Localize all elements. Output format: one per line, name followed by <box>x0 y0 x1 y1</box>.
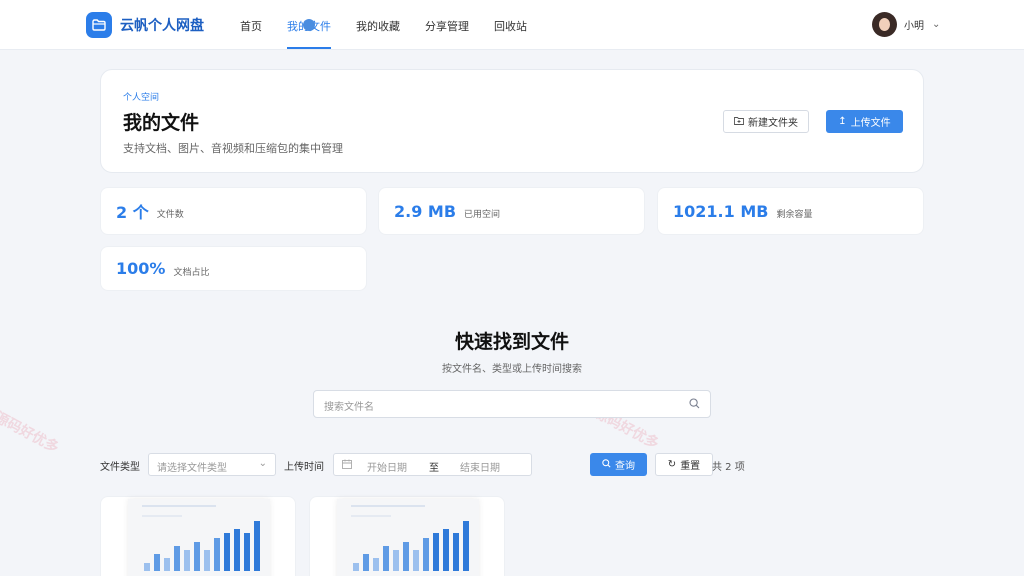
thumbnail-bar <box>224 533 230 571</box>
user-name[interactable]: 小明 <box>904 17 924 32</box>
file-type-placeholder: 请选择文件类型 <box>157 463 227 474</box>
calendar-icon <box>342 459 352 472</box>
stat-card-used-space: 2.9 MB 已用空间 <box>378 187 645 235</box>
stat-card-document-ratio: 100% 文档占比 <box>100 246 367 291</box>
thumbnail-bar <box>413 550 419 571</box>
refresh-icon: ↻ <box>667 459 677 470</box>
reset-button[interactable]: ↻ 重置 <box>655 453 713 476</box>
chevron-down-icon[interactable]: ⌄ <box>932 19 940 30</box>
nav-item-share-management[interactable]: 分享管理 <box>425 18 469 34</box>
start-date-input[interactable]: 开始日期 <box>367 459 407 474</box>
upload-time-label: 上传时间 <box>284 462 324 473</box>
file-type-select[interactable]: 请选择文件类型 ⌄ <box>148 453 276 476</box>
stat-label: 文档占比 <box>173 267 210 278</box>
file-type-label: 文件类型 <box>100 462 140 473</box>
page-title: 我的文件 <box>123 112 200 134</box>
chevron-down-icon: ⌄ <box>258 458 267 469</box>
thumbnail-bar <box>154 554 160 571</box>
section-tag: 个人空间 <box>123 93 160 103</box>
thumbnail-bar <box>353 563 359 571</box>
search-icon <box>602 458 611 471</box>
file-thumbnail <box>337 499 479 576</box>
search-section-title: 快速找到文件 <box>454 331 569 353</box>
thumbnail-bar <box>463 521 469 571</box>
new-folder-label: 新建文件夹 <box>748 118 798 129</box>
main-nav: 首页 我的文件 我的收藏 分享管理 回收站 <box>240 18 552 49</box>
query-label: 查询 <box>615 461 635 472</box>
stat-label: 文件数 <box>156 210 184 220</box>
result-count: 共 2 项 <box>712 462 745 473</box>
stat-value: 2.9 MB <box>394 201 457 221</box>
stat-label: 已用空间 <box>464 210 501 220</box>
thumbnail-bar <box>174 546 180 571</box>
stat-value: 100% <box>116 259 166 278</box>
search-icon[interactable] <box>689 398 700 412</box>
stat-card-remaining-capacity: 1021.1 MB 剩余容量 <box>657 187 924 235</box>
thumbnail-bar-chart <box>353 499 473 571</box>
thumbnail-bar <box>194 542 200 571</box>
upload-label: 上传文件 <box>850 118 891 129</box>
thumbnail-bar <box>234 529 240 571</box>
cursor-indicator <box>303 19 315 31</box>
thumbnail-bar <box>244 533 250 571</box>
stat-label: 剩余容量 <box>776 210 813 220</box>
thumbnail-bar-chart <box>144 499 264 571</box>
stat-value: 2 个 <box>116 203 149 222</box>
nav-item-recycle-bin[interactable]: 回收站 <box>494 18 527 34</box>
folder-plus-icon <box>734 116 744 128</box>
brand-name[interactable]: 云帆个人网盘 <box>120 15 204 35</box>
thumbnail-bar <box>453 533 459 571</box>
thumbnail-bar <box>144 563 150 571</box>
avatar[interactable] <box>872 12 897 37</box>
query-button[interactable]: 查询 <box>590 453 647 476</box>
file-thumbnail <box>128 499 270 576</box>
thumbnail-bar <box>383 546 389 571</box>
nav-item-home[interactable]: 首页 <box>240 18 262 34</box>
thumbnail-bar <box>184 550 190 571</box>
page-description: 支持文档、图片、音视频和压缩包的集中管理 <box>123 142 343 155</box>
nav-item-favorites[interactable]: 我的收藏 <box>356 18 400 34</box>
new-folder-button[interactable]: 新建文件夹 <box>723 110 809 133</box>
thumbnail-bar <box>214 538 220 571</box>
upload-icon: ↥ <box>838 116 847 127</box>
stat-card-file-count: 2 个 文件数 <box>100 187 367 235</box>
date-range-separator: 至 <box>429 463 439 474</box>
search-placeholder: 搜索文件名 <box>324 402 374 413</box>
reset-label: 重置 <box>680 461 701 472</box>
watermark: 源码好优多 <box>0 409 62 457</box>
thumbnail-bar <box>393 550 399 571</box>
search-input[interactable]: 搜索文件名 <box>313 390 711 418</box>
search-section-subtitle: 按文件名、类型或上传时间搜索 <box>442 364 582 375</box>
thumbnail-bar <box>373 558 379 571</box>
date-range-picker[interactable]: 开始日期 至 结束日期 <box>333 453 532 476</box>
thumbnail-bar <box>254 521 260 571</box>
thumbnail-bar <box>363 554 369 571</box>
top-navbar: 云帆个人网盘 首页 我的文件 我的收藏 分享管理 回收站 小明 ⌄ <box>0 0 1024 50</box>
thumbnail-bar <box>423 538 429 571</box>
thumbnail-bar <box>164 558 170 571</box>
end-date-input[interactable]: 结束日期 <box>460 459 500 474</box>
thumbnail-bar <box>443 529 449 571</box>
page-header-card: 个人空间 我的文件 支持文档、图片、音视频和压缩包的集中管理 新建文件夹 ↥ 上… <box>100 69 924 173</box>
folder-logo-icon[interactable] <box>86 12 112 38</box>
user-menu[interactable]: 小明 ⌄ <box>872 12 940 37</box>
thumbnail-bar <box>403 542 409 571</box>
thumbnail-bar <box>204 550 210 571</box>
thumbnail-bar <box>433 533 439 571</box>
upload-button[interactable]: ↥ 上传文件 <box>826 110 903 133</box>
file-card[interactable] <box>100 496 296 576</box>
stat-value: 1021.1 MB <box>673 201 769 221</box>
file-card[interactable] <box>309 496 505 576</box>
